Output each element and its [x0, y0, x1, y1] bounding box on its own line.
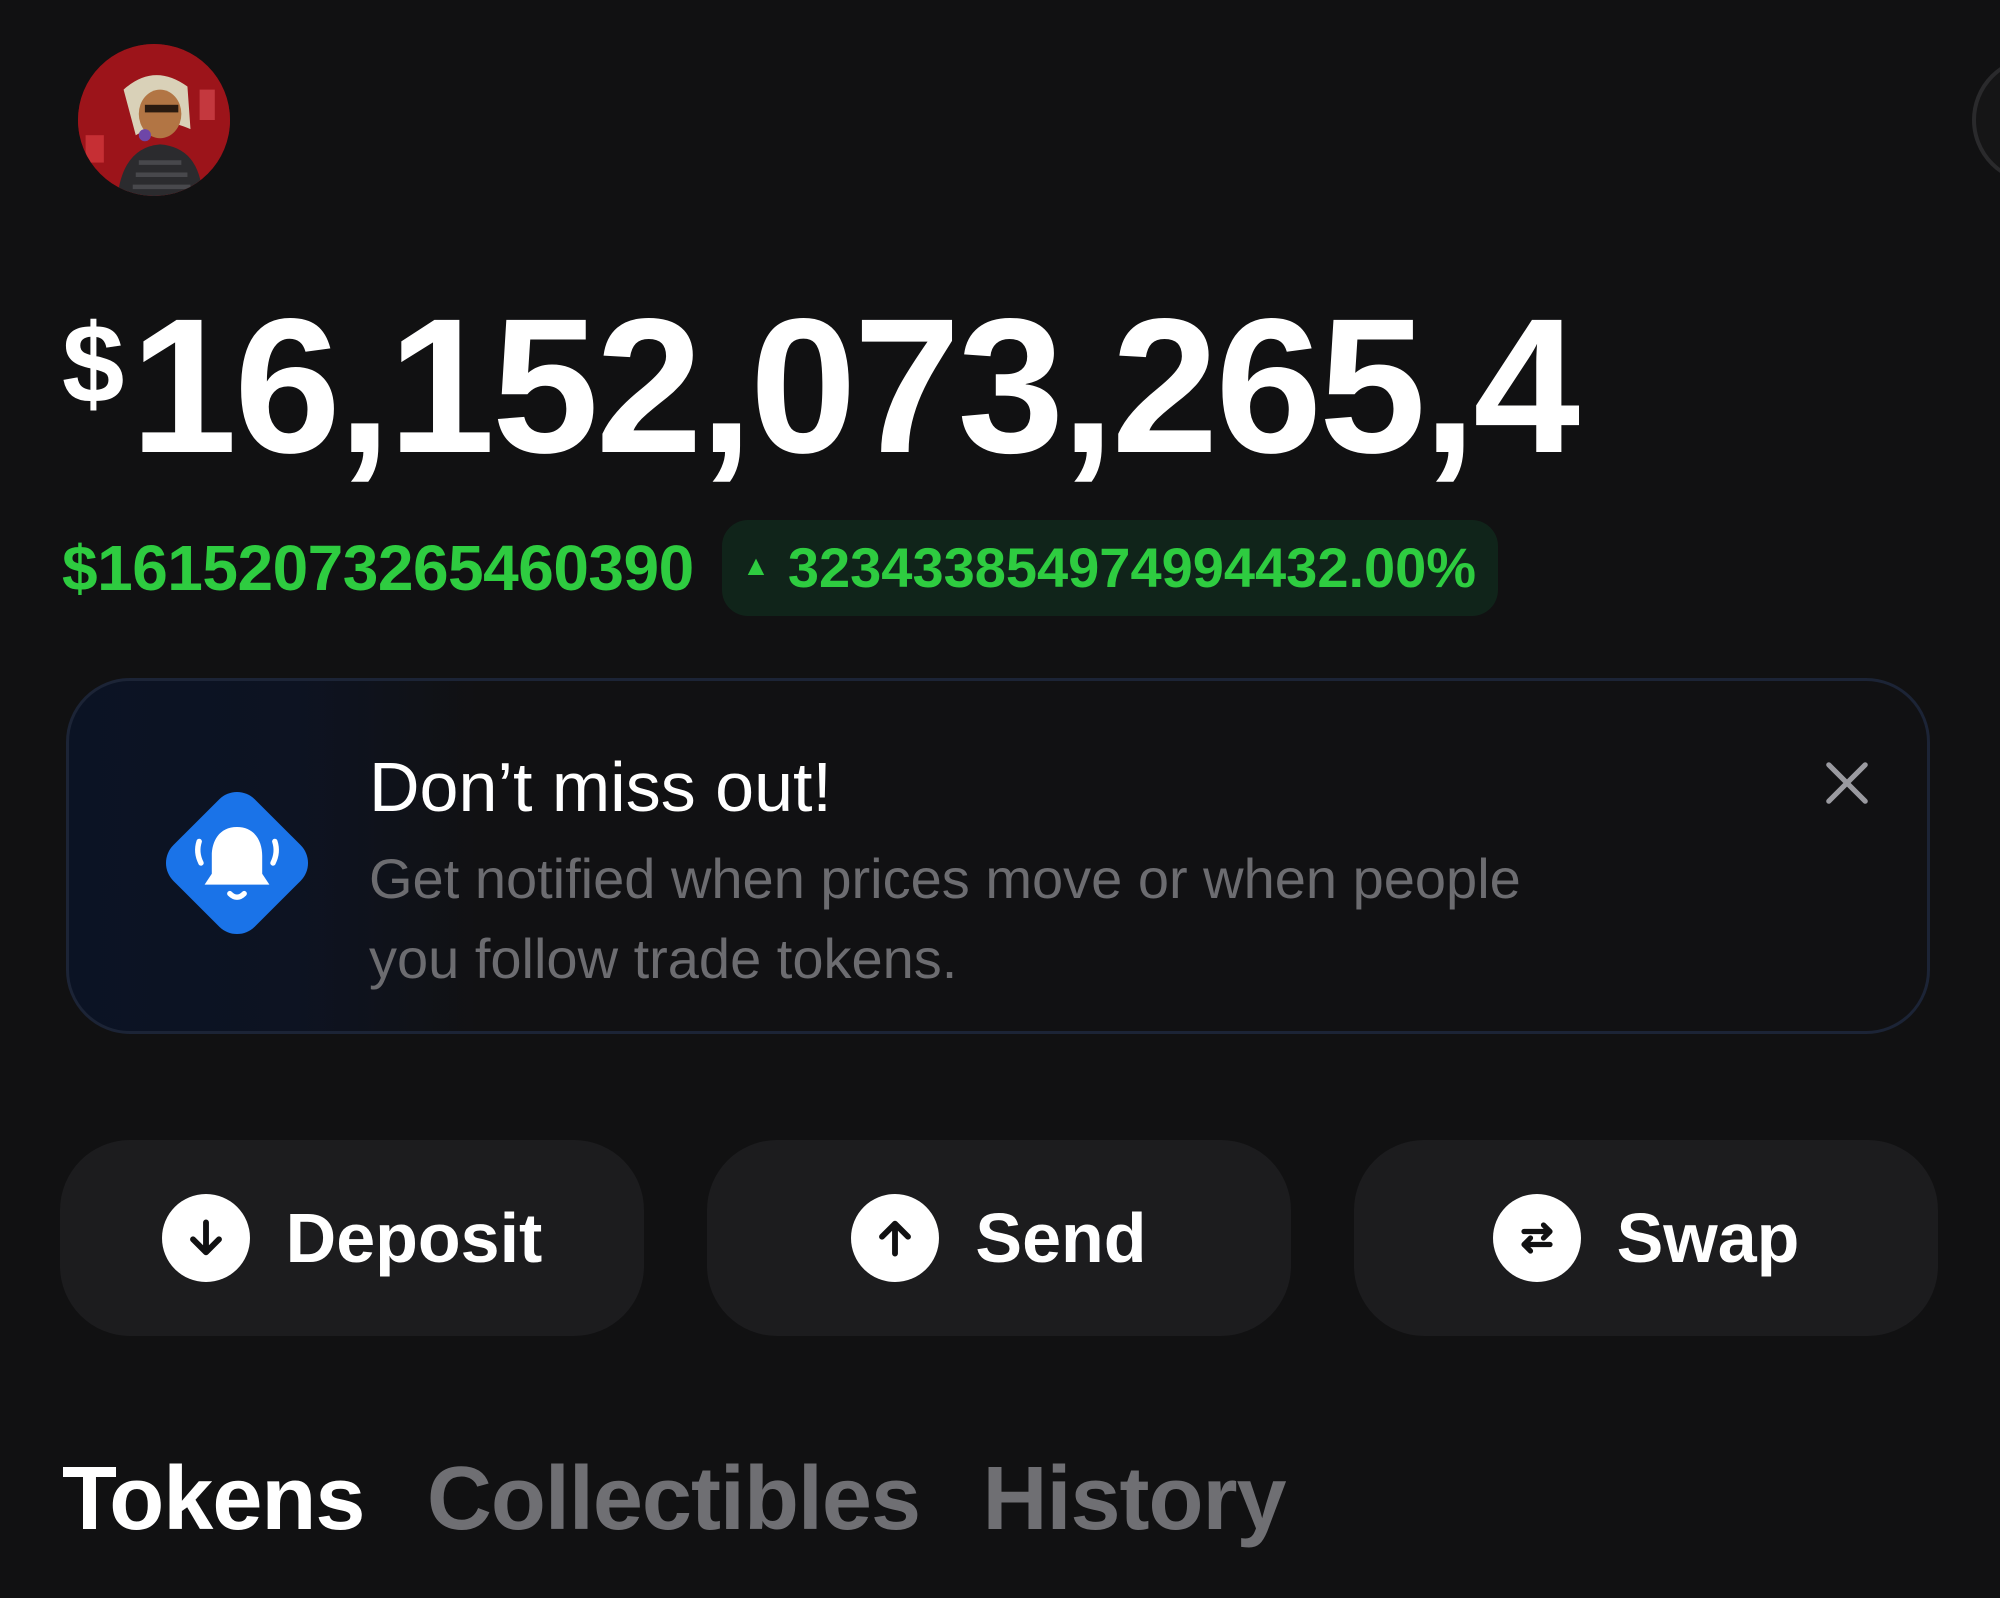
- tab-tokens[interactable]: Tokens: [62, 1444, 365, 1554]
- wallet-home-screen: $16,152,073,265,4 $16152073265460390 ▲ 32…: [0, 0, 2000, 1598]
- notification-prompt-card[interactable]: Don’t miss out! Get notified when prices…: [66, 678, 1930, 1034]
- balance-currency-symbol: $: [62, 301, 125, 426]
- edge-circle-button[interactable]: [1972, 56, 2000, 184]
- triangle-up-icon: ▲: [742, 550, 770, 582]
- change-percent: 323433854974994432.00%: [787, 536, 1477, 599]
- user-avatar-icon: [78, 44, 230, 196]
- close-icon: [1826, 762, 1868, 804]
- send-label: Send: [975, 1199, 1147, 1277]
- tab-collectibles[interactable]: Collectibles: [427, 1444, 921, 1554]
- bell-icon: [147, 773, 327, 953]
- change-amount: $16152073265460390: [62, 532, 694, 604]
- swap-arrows-icon: [1492, 1194, 1581, 1282]
- deposit-button[interactable]: Deposit: [60, 1140, 644, 1336]
- balance-change: $16152073265460390 ▲ 323433854974994432.0…: [62, 520, 1499, 616]
- avatar[interactable]: [78, 44, 230, 196]
- close-button[interactable]: [1811, 747, 1883, 819]
- total-balance: $16,152,073,265,4: [62, 290, 2000, 490]
- balance-value: 16,152,073,265,4: [130, 290, 1580, 490]
- tab-history[interactable]: History: [982, 1444, 1286, 1554]
- content-tabs: Tokens Collectibles History: [62, 1444, 1344, 1554]
- notification-title: Don’t miss out!: [369, 748, 832, 826]
- arrow-up-icon: [851, 1194, 940, 1282]
- deposit-label: Deposit: [285, 1199, 543, 1277]
- send-button[interactable]: Send: [707, 1140, 1291, 1336]
- swap-label: Swap: [1616, 1199, 1800, 1277]
- notification-description: Get notified when prices move or when pe…: [369, 847, 1521, 990]
- arrow-down-icon: [161, 1194, 250, 1282]
- change-percent-badge: ▲ 323433854974994432.00%: [722, 520, 1499, 616]
- swap-button[interactable]: Swap: [1354, 1140, 1938, 1336]
